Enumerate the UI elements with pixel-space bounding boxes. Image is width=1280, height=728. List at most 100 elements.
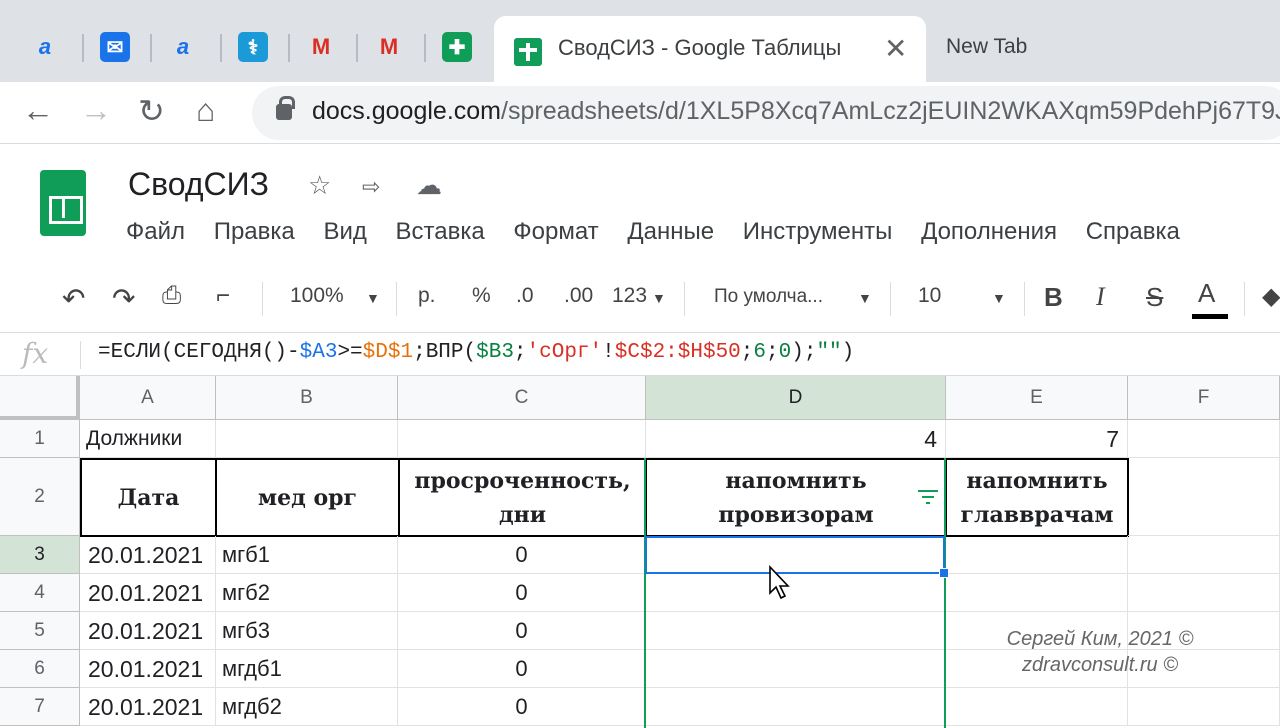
cell-c1[interactable]	[398, 420, 646, 458]
cell-f7[interactable]	[1128, 688, 1280, 726]
cell-d4[interactable]	[646, 574, 946, 612]
row-header-1[interactable]: 1	[0, 420, 80, 458]
cell-days[interactable]: 0	[398, 536, 646, 574]
header-remind-pharmacists[interactable]: напомнить провизорам	[645, 458, 947, 537]
cell-d7[interactable]	[646, 688, 946, 726]
chevron-down-icon[interactable]: ▼	[992, 290, 1006, 306]
home-icon[interactable]: ⌂	[196, 92, 215, 129]
star-icon[interactable]: ☆	[308, 170, 331, 201]
cell-days[interactable]: 0	[398, 574, 646, 612]
cell-org[interactable]: мгдб1	[216, 650, 398, 688]
bold-button[interactable]: B	[1044, 282, 1063, 313]
filter-icon[interactable]	[918, 490, 938, 506]
row-header-6[interactable]: 6	[0, 650, 80, 688]
pinned-tab-2[interactable]: ✉	[100, 32, 130, 62]
cell-f3[interactable]	[1128, 536, 1280, 574]
print-icon[interactable]: ⎙	[162, 282, 181, 310]
pinned-tab-3[interactable]: a	[168, 32, 198, 62]
sheets-logo-icon[interactable]	[40, 170, 86, 236]
menu-data[interactable]: Данные	[627, 218, 714, 245]
pinned-tab-7[interactable]: ✚	[442, 32, 472, 62]
chevron-down-icon[interactable]: ▼	[366, 290, 380, 306]
column-header-a[interactable]: A	[80, 376, 216, 420]
menu-addons[interactable]: Дополнения	[921, 218, 1057, 245]
cell-org[interactable]: мгб3	[216, 612, 398, 650]
cell-d6[interactable]	[646, 650, 946, 688]
zoom-select[interactable]: 100%	[290, 284, 344, 308]
percent-format-button[interactable]: %	[472, 284, 491, 308]
menu-file[interactable]: Файл	[126, 218, 185, 245]
strikethrough-button[interactable]: S	[1146, 282, 1163, 313]
pinned-tab-6[interactable]: M	[374, 32, 404, 62]
reload-icon[interactable]: ↻	[138, 92, 165, 130]
cell-org[interactable]: мгдб2	[216, 688, 398, 726]
header-overdue[interactable]: просроченность, дни	[398, 458, 647, 537]
cell-date[interactable]: 20.01.2021	[80, 612, 216, 650]
select-all-corner[interactable]	[0, 376, 80, 420]
move-folder-icon[interactable]: ⇨	[362, 174, 380, 200]
decrease-decimal-button[interactable]: .0	[516, 284, 534, 308]
paint-format-icon[interactable]: ⌐	[216, 282, 230, 310]
cell-date[interactable]: 20.01.2021	[80, 574, 216, 612]
cell-org[interactable]: мгб1	[216, 536, 398, 574]
cell-e1[interactable]: 7	[946, 420, 1128, 458]
column-header-c[interactable]: C	[398, 376, 646, 420]
row-header-4[interactable]: 4	[0, 574, 80, 612]
cell-date[interactable]: 20.01.2021	[80, 650, 216, 688]
column-header-e[interactable]: E	[946, 376, 1128, 420]
address-bar[interactable]: docs.google.com/spreadsheets/d/1XL5P8Xcq…	[252, 86, 1280, 140]
row-header-5[interactable]: 5	[0, 612, 80, 650]
cell-org[interactable]: мгб2	[216, 574, 398, 612]
forward-icon[interactable]: →	[80, 92, 112, 129]
redo-icon[interactable]: ↷	[112, 282, 135, 315]
chevron-down-icon[interactable]: ▼	[652, 290, 666, 306]
chevron-down-icon[interactable]: ▼	[858, 290, 872, 306]
increase-decimal-button[interactable]: .00	[564, 284, 593, 308]
italic-button[interactable]: I	[1096, 282, 1105, 312]
header-med-org[interactable]: мед орг	[215, 458, 400, 537]
cell-e3[interactable]	[946, 536, 1128, 574]
menu-tools[interactable]: Инструменты	[743, 218, 893, 245]
column-header-d[interactable]: D	[646, 376, 946, 420]
pinned-tab-1[interactable]: a	[30, 32, 60, 62]
menu-edit[interactable]: Правка	[214, 218, 295, 245]
formula-input[interactable]: =ЕСЛИ(СЕГОДНЯ()-$A3>=$D$1;ВПР($B3;'сОрг'…	[98, 341, 854, 364]
back-icon[interactable]: ←	[22, 92, 54, 129]
fill-color-icon[interactable]: ◆	[1262, 282, 1280, 311]
new-tab[interactable]: New Tab	[946, 35, 1027, 59]
menu-view[interactable]: Вид	[323, 218, 366, 245]
menu-insert[interactable]: Вставка	[396, 218, 485, 245]
more-formats-button[interactable]: 123	[612, 284, 647, 308]
cell-a1[interactable]: Должники	[80, 420, 216, 458]
text-color-button[interactable]: A	[1198, 278, 1215, 309]
fill-handle[interactable]	[939, 568, 949, 578]
cell-e7[interactable]	[946, 688, 1128, 726]
cell-f4[interactable]	[1128, 574, 1280, 612]
row-header-3[interactable]: 3	[0, 536, 80, 574]
cell-days[interactable]: 0	[398, 612, 646, 650]
cell-date[interactable]: 20.01.2021	[80, 536, 216, 574]
cell-days[interactable]: 0	[398, 688, 646, 726]
column-header-b[interactable]: B	[216, 376, 398, 420]
document-title[interactable]: СводСИЗ	[128, 166, 269, 203]
row-header-7[interactable]: 7	[0, 688, 80, 726]
menu-format[interactable]: Формат	[513, 218, 598, 245]
column-header-f[interactable]: F	[1128, 376, 1280, 420]
cell-f2[interactable]	[1128, 458, 1280, 536]
cell-d1[interactable]: 4	[646, 420, 946, 458]
font-select[interactable]: По умолча...	[714, 286, 823, 308]
cell-b1[interactable]	[216, 420, 398, 458]
header-date[interactable]: Дата	[80, 458, 217, 537]
menu-help[interactable]: Справка	[1086, 218, 1180, 245]
close-tab-icon[interactable]: ✕	[884, 32, 907, 65]
pinned-tab-4[interactable]: ⚕	[238, 32, 268, 62]
row-header-2[interactable]: 2	[0, 458, 80, 536]
cell-days[interactable]: 0	[398, 650, 646, 688]
active-tab[interactable]: СводСИЗ - Google Таблицы ✕	[494, 16, 926, 82]
cell-f1[interactable]	[1128, 420, 1280, 458]
currency-format-button[interactable]: р.	[418, 284, 436, 308]
font-size-select[interactable]: 10	[918, 284, 941, 308]
cloud-icon[interactable]: ☁	[416, 170, 442, 201]
cell-d5[interactable]	[646, 612, 946, 650]
cell-date[interactable]: 20.01.2021	[80, 688, 216, 726]
